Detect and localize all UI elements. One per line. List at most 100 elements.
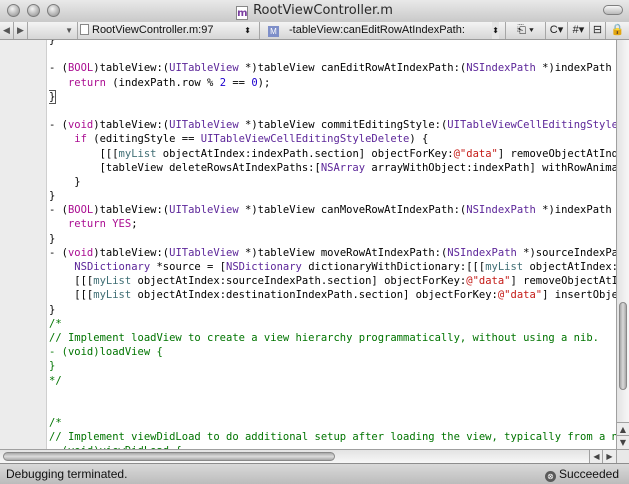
code-token: NSDictionary bbox=[74, 261, 151, 273]
code-token: ] removeObjectAtIndex:i bbox=[497, 147, 616, 160]
code-token: } bbox=[49, 190, 56, 203]
code-token: UITableView bbox=[169, 204, 239, 217]
code-line[interactable] bbox=[49, 402, 616, 416]
code-line[interactable]: } bbox=[49, 89, 616, 104]
code-line[interactable]: if (editingStyle == UITableViewCellEditi… bbox=[49, 132, 616, 146]
chevron-down-icon: ▼ bbox=[65, 26, 73, 35]
code-line[interactable]: } bbox=[49, 232, 616, 246]
code-token: ] insertObject:s bbox=[542, 289, 616, 302]
code-line[interactable]: */ bbox=[49, 374, 616, 388]
class-hierarchy-popup-button[interactable]: C▾ bbox=[546, 22, 568, 39]
vertical-scroll-thumb[interactable] bbox=[619, 302, 627, 390]
code-token: return bbox=[67, 76, 106, 89]
code-line[interactable]: - (void)loadView { bbox=[49, 345, 616, 359]
code-line[interactable]: // Implement loadView to create a view h… bbox=[49, 331, 616, 345]
status-message: Debugging terminated. bbox=[6, 467, 128, 481]
code-token: UITableView bbox=[169, 246, 239, 259]
code-line[interactable]: - (BOOL)tableView:(UITableView *)tableVi… bbox=[49, 61, 616, 75]
code-token: UITableView bbox=[169, 62, 239, 75]
code-editor[interactable]: } - (BOOL)tableView:(UITableView *)tableV… bbox=[0, 40, 616, 449]
code-token: void bbox=[67, 119, 94, 132]
code-line[interactable] bbox=[49, 104, 616, 118]
code-token: - ( bbox=[49, 204, 68, 217]
code-token: ] removeObjectAtIndex bbox=[510, 275, 616, 288]
code-line[interactable]: [[[myList objectAtIndex:destinationIndex… bbox=[49, 288, 616, 302]
forward-arrow-icon[interactable]: ▶ bbox=[14, 22, 28, 39]
code-token: } bbox=[49, 360, 56, 373]
code-line[interactable]: - (void)tableView:(UITableView *)tableVi… bbox=[49, 246, 616, 260]
scroll-up-arrow-icon[interactable]: ▲ bbox=[617, 422, 629, 436]
code-line[interactable]: } bbox=[49, 40, 616, 47]
code-token: - ( bbox=[49, 62, 68, 75]
scroll-down-arrow-icon[interactable]: ▼ bbox=[617, 435, 629, 449]
code-line[interactable]: /* bbox=[49, 317, 616, 331]
code-line[interactable]: return (indexPath.row % 2 == 0); bbox=[49, 76, 616, 90]
source-code[interactable]: } - (BOOL)tableView:(UITableView *)tableV… bbox=[49, 40, 616, 449]
code-token: myList bbox=[118, 147, 157, 160]
code-token: YES bbox=[112, 218, 132, 231]
code-line[interactable]: } bbox=[49, 189, 616, 203]
code-token: *)sourceIndexPath t bbox=[523, 246, 616, 259]
history-popup-button[interactable]: ▼ bbox=[28, 22, 78, 39]
included-files-popup-button[interactable]: #▾ bbox=[568, 22, 590, 39]
scroll-left-arrow-icon[interactable]: ◀ bbox=[589, 450, 603, 463]
code-line[interactable]: /* bbox=[49, 416, 616, 430]
code-token: *)tableView moveRowAtIndexPath:( bbox=[238, 246, 448, 259]
code-line[interactable] bbox=[49, 388, 616, 402]
horizontal-scrollbar[interactable]: ◀ ▶ bbox=[0, 449, 616, 463]
code-line[interactable]: } bbox=[49, 303, 616, 317]
code-token: *)tableView canEditRowAtIndexPath:( bbox=[238, 62, 467, 75]
code-token: (editingStyle == bbox=[86, 133, 201, 146]
code-line[interactable]: [[[myList objectAtIndex:sourceIndexPath.… bbox=[49, 274, 616, 288]
code-token: - ( bbox=[49, 246, 68, 259]
window-title-text: RootViewController.m bbox=[253, 3, 393, 18]
scroll-right-arrow-icon[interactable]: ▶ bbox=[602, 450, 616, 463]
build-result-label: Succeeded bbox=[558, 467, 619, 481]
back-arrow-icon[interactable]: ◀ bbox=[0, 22, 14, 39]
code-token: (indexPath.row % bbox=[105, 76, 220, 89]
lock-icon[interactable]: 🔒 bbox=[606, 22, 629, 39]
code-line[interactable]: // Implement viewDidLoad to do additiona… bbox=[49, 430, 616, 444]
code-token: BOOL bbox=[67, 204, 94, 217]
code-token: myList bbox=[485, 261, 524, 273]
code-line[interactable]: - (BOOL)tableView:(UITableView *)tableVi… bbox=[49, 203, 616, 217]
code-token: @"data" bbox=[466, 275, 511, 288]
code-token: )tableView:( bbox=[93, 246, 170, 259]
build-status-icon: ⊗ bbox=[544, 471, 556, 482]
code-token: } bbox=[49, 89, 57, 104]
code-token: NSIndexPath bbox=[466, 204, 536, 217]
function-popup[interactable]: M -tableView:canEditRowAtIndexPath: ⬍ bbox=[264, 22, 506, 39]
code-line[interactable]: } bbox=[49, 175, 616, 189]
code-token: } bbox=[49, 232, 56, 245]
method-icon: M bbox=[268, 26, 279, 37]
code-token: [[[ bbox=[49, 147, 119, 160]
code-token: return bbox=[67, 218, 106, 231]
code-line[interactable]: NSDictionary *source = [NSDictionary dic… bbox=[49, 260, 616, 274]
vertical-scrollbar[interactable]: ▲ ▼ bbox=[616, 40, 629, 449]
build-result[interactable]: ⊗ Succeeded bbox=[544, 467, 619, 482]
updown-arrows-icon: ⬍ bbox=[244, 26, 251, 35]
code-line[interactable]: [[[myList objectAtIndex:indexPath.sectio… bbox=[49, 147, 616, 161]
toolbar-toggle-button[interactable] bbox=[603, 5, 623, 15]
code-token: [[[ bbox=[49, 289, 94, 302]
code-token: if bbox=[74, 133, 87, 146]
code-token: } bbox=[49, 40, 56, 46]
line-gutter[interactable] bbox=[0, 40, 47, 449]
code-token: UITableView bbox=[169, 119, 239, 132]
file-label: RootViewController.m:97 bbox=[92, 24, 214, 36]
bookmarks-popup-button[interactable]: ⎗ ▾ bbox=[506, 22, 546, 39]
code-line[interactable] bbox=[49, 47, 616, 61]
file-history-popup[interactable]: RootViewController.m:97 ⬍ bbox=[80, 22, 260, 39]
split-view-button[interactable]: ⊟ bbox=[590, 22, 606, 39]
code-line[interactable]: return YES; bbox=[49, 217, 616, 231]
code-line[interactable]: [tableView deleteRowsAtIndexPaths:[NSArr… bbox=[49, 161, 616, 175]
code-line[interactable]: - (void)tableView:(UITableView *)tableVi… bbox=[49, 118, 616, 132]
code-line[interactable]: } bbox=[49, 359, 616, 373]
code-token: @"data" bbox=[453, 147, 498, 160]
code-token: - ( bbox=[49, 119, 68, 132]
horizontal-scroll-thumb[interactable] bbox=[3, 452, 335, 461]
code-token: - (void)loadView { bbox=[49, 346, 163, 359]
code-token: arrayWithObject:indexPath] withRowAnimat… bbox=[365, 161, 616, 174]
